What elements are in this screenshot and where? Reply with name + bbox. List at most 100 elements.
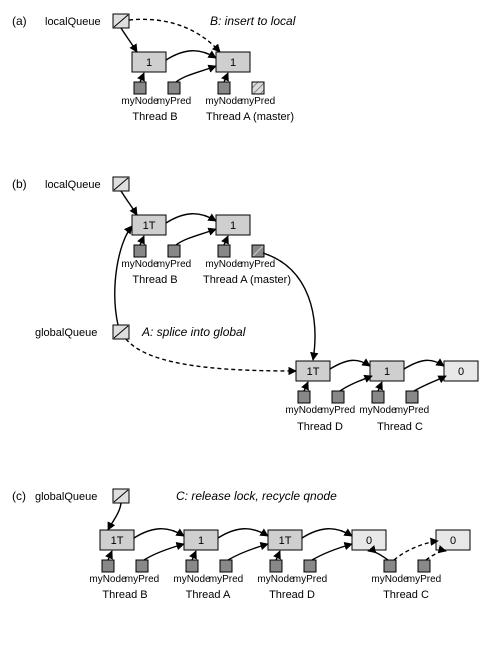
mypred-a-c: [220, 560, 232, 572]
globalqueue-label-b: globalQueue: [35, 327, 97, 339]
qnode-d-b-val: 1T: [307, 366, 320, 378]
ar-c-dash2: [426, 551, 446, 560]
mypred-b-a-lbl: myPred: [157, 96, 191, 107]
ar-c4: [108, 551, 112, 560]
ar-c7: [228, 544, 268, 560]
arrow-gq-to-d-dash: [126, 339, 296, 371]
qnode-a-b-val: 1: [230, 220, 236, 232]
ar-b8: [378, 382, 382, 391]
mypred-b-c: [136, 560, 148, 572]
ar-b6: [304, 382, 308, 391]
qv-c4: 0: [366, 535, 372, 547]
arrow-gq-to-b-b: [115, 226, 132, 325]
ar-b5: [404, 360, 444, 369]
qnode-a-a-val: 1: [230, 57, 236, 69]
lbl-bv5: myPred: [321, 405, 355, 416]
panel-c: (c) globalQueue C: release lock, recycle…: [12, 489, 470, 601]
lbl-cv5: myPred: [293, 574, 327, 585]
localqueue-label-a: localQueue: [45, 16, 101, 28]
thread-b-a: Thread B: [132, 111, 177, 123]
lbl-bv7: myPred: [395, 405, 429, 416]
arrow-b-to-a-b: [166, 214, 216, 223]
panel-b: (b) localQueue 1T 1 myNode myPred myNode…: [12, 177, 478, 433]
lbl-cv2: myNode: [173, 574, 211, 585]
qnode-b-a-val: 1: [146, 57, 152, 69]
ar-c-solid-mynode: [368, 551, 388, 560]
qnode-dr-b-val: 1: [384, 366, 390, 378]
mypred-c-b: [406, 391, 418, 403]
mypred-b-b: [168, 245, 180, 257]
lbl-bv4: myNode: [285, 405, 323, 416]
lbl-bv0: myNode: [121, 259, 159, 270]
localqueue-label-b: localQueue: [45, 179, 101, 191]
action-c: C: release lock, recycle qnode: [176, 489, 337, 503]
mypred-b-a: [168, 82, 180, 94]
arrow-mynode-b-a: [140, 73, 144, 82]
ar-c8: [276, 551, 280, 560]
arrow-b-to-a-a: [166, 51, 216, 60]
lbl-cv6: myNode: [371, 574, 409, 585]
mynode-d-b: [298, 391, 310, 403]
thread-a-b: Thread A (master): [203, 274, 291, 286]
thread-c-c: Thread C: [383, 589, 429, 601]
ar-b1: [140, 236, 144, 245]
ar-b9: [414, 376, 446, 391]
thread-c-b: Thread C: [377, 421, 423, 433]
ar-b3: [224, 236, 228, 245]
mypred-d-c: [304, 560, 316, 572]
arrow-lq-to-a-dash-a: [129, 19, 220, 52]
mynode-a-a-lbl: myNode: [205, 96, 243, 107]
diagram-root: (a) localQueue B: insert to local 1 1 my…: [0, 0, 500, 645]
qnode-c-b-val: 0: [458, 366, 464, 378]
ar-c9: [312, 544, 352, 560]
mynode-c-c: [384, 560, 396, 572]
ar-b4: [330, 360, 370, 369]
arrow-lq-to-b-b: [121, 191, 137, 215]
lbl-cv3: myPred: [209, 574, 243, 585]
thread-d-b: Thread D: [297, 421, 343, 433]
mypred-d-b: [332, 391, 344, 403]
thread-a-c: Thread A: [186, 589, 231, 601]
lbl-bv3: myPred: [241, 259, 275, 270]
mynode-b-c: [102, 560, 114, 572]
ar-c5: [144, 544, 184, 560]
thread-b-b: Thread B: [132, 274, 177, 286]
arrow-mypred-b-a: [176, 66, 216, 82]
panel-b-letter: (b): [12, 177, 27, 191]
ar-b7: [340, 376, 372, 391]
panel-c-letter: (c): [12, 489, 26, 503]
lbl-cv0: myNode: [89, 574, 127, 585]
arrow-lq-to-b-a: [121, 28, 137, 52]
qv-c1: 1T: [111, 535, 124, 547]
mynode-d-c: [270, 560, 282, 572]
mynode-c-b: [372, 391, 384, 403]
lbl-cv4: myNode: [257, 574, 295, 585]
ar-c-dash1: [394, 541, 438, 560]
ar-c3: [302, 529, 352, 538]
mynode-b-a: [134, 82, 146, 94]
arrow-gq-to-b-c: [108, 503, 121, 530]
panel-a-letter: (a): [12, 14, 27, 28]
lbl-cv1: myPred: [125, 574, 159, 585]
mypred-a-a-lbl: myPred: [241, 96, 275, 107]
qv-c3: 1T: [279, 535, 292, 547]
action-b: A: splice into global: [141, 325, 246, 339]
lbl-bv1: myPred: [157, 259, 191, 270]
arrow-mynode-a-a: [224, 73, 228, 82]
lbl-bv6: myNode: [359, 405, 397, 416]
action-a: B: insert to local: [210, 14, 296, 28]
mynode-b-a-lbl: myNode: [121, 96, 159, 107]
ar-c1: [134, 529, 184, 538]
thread-a-a: Thread A (master): [206, 111, 294, 123]
mypred-a-a: [252, 82, 264, 94]
thread-b-c: Thread B: [102, 589, 147, 601]
qv-c5: 0: [450, 535, 456, 547]
lbl-cv7: myPred: [407, 574, 441, 585]
mypred-c-c: [418, 560, 430, 572]
globalqueue-label-c: globalQueue: [35, 491, 97, 503]
ar-c6: [192, 551, 196, 560]
qv-c2: 1: [198, 535, 204, 547]
mynode-b-b: [134, 245, 146, 257]
lbl-bv2: myNode: [205, 259, 243, 270]
thread-d-c: Thread D: [269, 589, 315, 601]
